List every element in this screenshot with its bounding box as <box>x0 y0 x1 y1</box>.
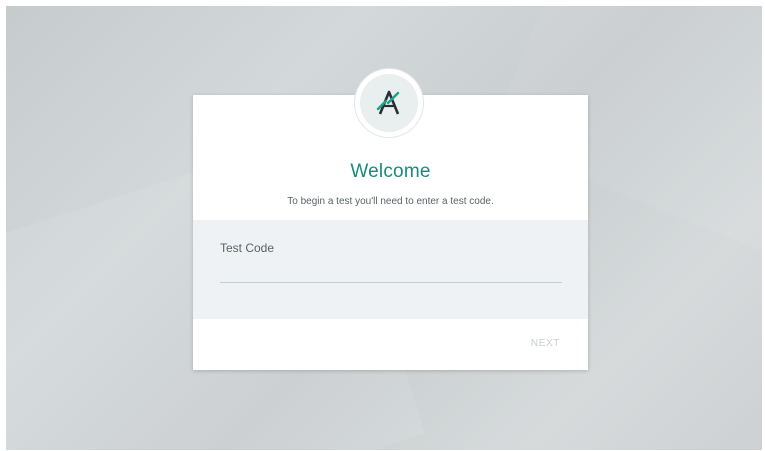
test-code-label: Test Code <box>220 241 275 255</box>
a-logo-icon <box>376 90 400 115</box>
login-card: Welcome To begin a test you'll need to e… <box>193 69 588 370</box>
welcome-title: Welcome <box>350 161 431 182</box>
welcome-subtitle: To begin a test you'll need to enter a t… <box>287 196 494 207</box>
test-code-input[interactable] <box>220 260 562 283</box>
app-logo <box>355 69 423 137</box>
next-button[interactable]: NEXT <box>531 338 560 349</box>
logo-badge <box>360 74 418 132</box>
page-background: Welcome To begin a test you'll need to e… <box>6 6 762 450</box>
test-code-form: Test Code <box>193 220 588 319</box>
